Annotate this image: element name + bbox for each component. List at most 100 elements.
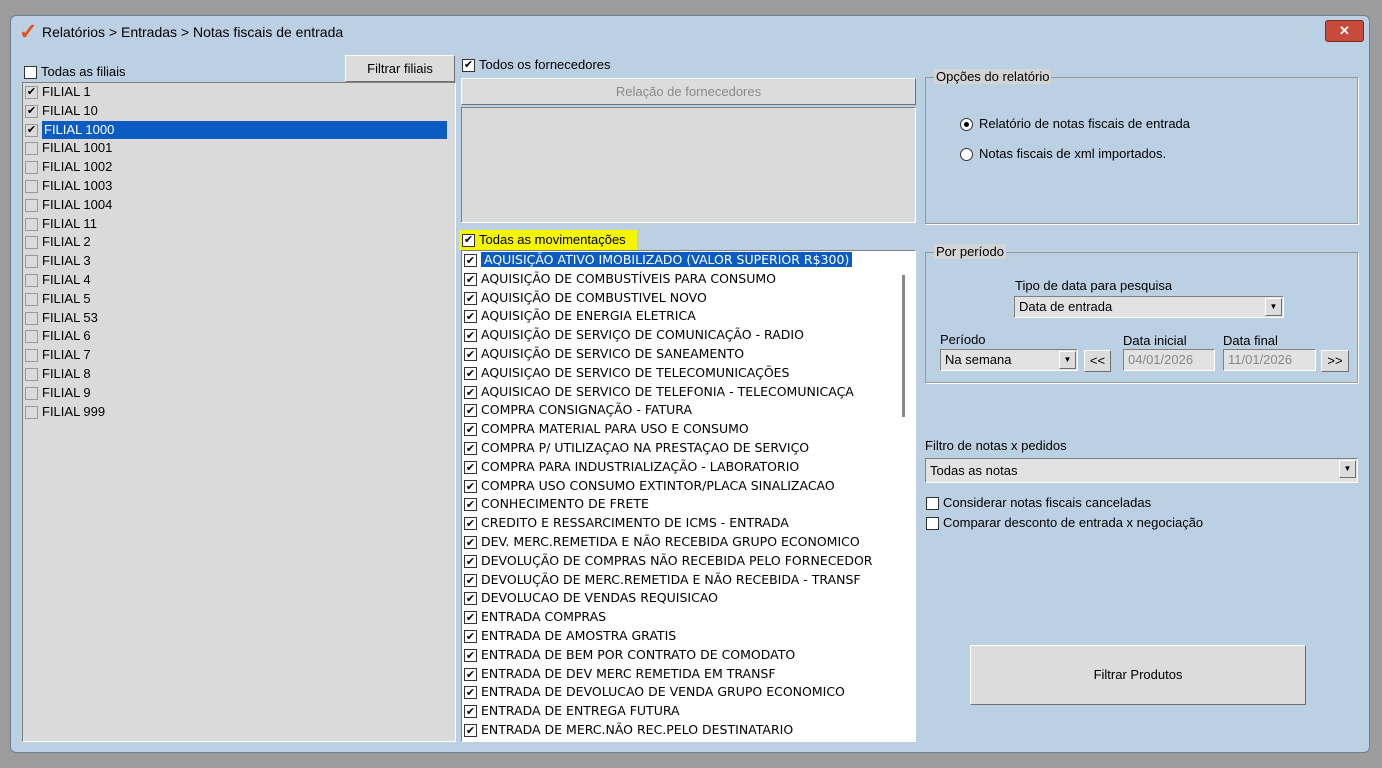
movement-label: CONHECIMENTO DE FRETE xyxy=(481,496,649,512)
window-title: Relatórios > Entradas > Notas fiscais de… xyxy=(42,24,344,40)
movement-item[interactable]: ✔ DEV. MERC.REMETIDA E NÃO RECEBIDA GRUPO… xyxy=(462,533,915,552)
branch-item[interactable]: FILIAL 53 xyxy=(23,309,455,328)
title-bar: ✓ Relatórios > Entradas > Notas fiscais … xyxy=(11,16,1369,46)
suppliers-list[interactable] xyxy=(461,107,916,223)
movement-item[interactable]: ✔ ENTRADA DE ENTREGA FUTURA xyxy=(462,702,915,721)
radio-xml-imported[interactable]: Notas fiscais de xml importados. xyxy=(960,146,1167,162)
movement-item[interactable]: ✔ COMPRA P/ UTILIZAÇAO NA PRESTAÇAO DE SE… xyxy=(462,439,915,458)
branches-list[interactable]: ✔ FILIAL 1 ✔ FILIAL 10 ✔ FILIAL 1000 FILIAL 10… xyxy=(22,82,456,742)
movement-item[interactable]: ✔ ENTRADA COMPRAS xyxy=(462,608,915,627)
branch-item[interactable]: FILIAL 5 xyxy=(23,290,455,309)
previous-period-button[interactable]: << xyxy=(1084,350,1111,372)
movement-item[interactable]: ✔ ENTRADA DE DEV MERC REMETIDA EM TRANSF xyxy=(462,665,915,684)
movement-item[interactable]: ✔ DEVOLUÇÃO DE MERC.REMETIDA E NÃO RECEBI… xyxy=(462,571,915,590)
checkbox-icon xyxy=(25,142,38,156)
period-select[interactable]: Na semana ▼ xyxy=(940,349,1078,371)
radio-icon xyxy=(960,118,973,132)
movement-item[interactable]: ✔ AQUISIÇÃO DE SERVIÇO DE COMUNICAÇÃO - R… xyxy=(462,326,915,345)
movement-label: AQUISIÇÃO DE COMBUSTÍVEIS PARA CONSUMO xyxy=(481,270,776,286)
suppliers-relation-button[interactable]: Relação de fornecedores xyxy=(461,78,916,105)
radio-label: Notas fiscais de xml importados. xyxy=(979,146,1167,161)
branch-item[interactable]: FILIAL 4 xyxy=(23,271,455,290)
branch-item[interactable]: ✔ FILIAL 1 xyxy=(23,83,455,102)
movement-item[interactable]: ✔ ENTRADA DE DEVOLUCAO DE VENDA GRUPO ECO… xyxy=(462,683,915,702)
checkbox-icon xyxy=(25,236,38,250)
consider-cancelled-checkbox[interactable]: Considerar notas fiscais canceladas xyxy=(926,495,1151,511)
movement-item[interactable]: ✔ DEVOLUCAO DE VENDAS REQUISICAO xyxy=(462,589,915,608)
branch-item[interactable]: FILIAL 11 xyxy=(23,215,455,234)
compare-discount-checkbox[interactable]: Comparar desconto de entrada x negociaçã… xyxy=(926,515,1203,531)
start-date-input[interactable]: 04/01/2026 xyxy=(1123,349,1215,371)
start-date-label: Data inicial xyxy=(1123,333,1187,348)
branch-item[interactable]: FILIAL 3 xyxy=(23,252,455,271)
radio-nfe-report[interactable]: Relatório de notas fiscais de entrada xyxy=(960,116,1191,132)
checkbox-icon: ✔ xyxy=(25,86,38,100)
movements-scrollbar[interactable] xyxy=(902,275,905,417)
branch-item[interactable]: FILIAL 6 xyxy=(23,327,455,346)
movement-item[interactable]: ✔ CONHECIMENTO DE FRETE xyxy=(462,495,915,514)
checkbox-icon xyxy=(25,274,38,288)
filter-branches-button[interactable]: Filtrar filiais xyxy=(345,55,455,82)
movement-item[interactable]: ✔ ENTRADA DE BEM POR CONTRATO DE COMODATO xyxy=(462,646,915,665)
branch-item[interactable]: FILIAL 1002 xyxy=(23,158,455,177)
movement-label: DEVOLUÇÃO DE MERC.REMETIDA E NÃO RECEBID… xyxy=(481,571,861,587)
movement-label: COMPRA PARA INDUSTRIALIZAÇÃO - LABORATOR… xyxy=(481,458,800,474)
date-type-select[interactable]: Data de entrada ▼ xyxy=(1014,296,1284,318)
checkbox-icon xyxy=(25,198,38,212)
orders-filter-select[interactable]: Todas as notas ▼ xyxy=(925,458,1358,483)
movement-item[interactable]: ✔ AQUISICAO DE SERVICO DE TELEFONIA - TEL… xyxy=(462,383,915,402)
checkbox-icon: ✔ xyxy=(464,423,477,437)
movement-item[interactable]: ✔ AQUISIÇÃO ATIVO IMOBILIZADO (VALOR SUPE… xyxy=(462,251,915,270)
branch-item[interactable]: FILIAL 9 xyxy=(23,384,455,403)
movement-label: ENTRADA DE DEVOLUCAO DE VENDA GRUPO ECON… xyxy=(481,684,845,700)
checkbox-icon xyxy=(25,292,38,306)
all-movements-checkbox[interactable]: ✔ Todas as movimentações xyxy=(459,230,637,250)
branch-item[interactable]: ✔ FILIAL 10 xyxy=(23,102,455,121)
orders-filter-value: Todas as notas xyxy=(930,463,1018,478)
close-button[interactable]: ✕ xyxy=(1325,20,1364,42)
next-period-button[interactable]: >> xyxy=(1321,350,1349,372)
checkbox-icon xyxy=(24,66,37,80)
filter-products-button[interactable]: Filtrar Produtos xyxy=(970,645,1306,705)
checkbox-icon: ✔ xyxy=(464,498,477,512)
movement-item[interactable]: ✔ AQUISIÇÃO DE COMBUSTIVEL NOVO xyxy=(462,289,915,308)
movement-item[interactable]: ✔ AQUISIÇÃO DE COMBUSTÍVEIS PARA CONSUMO xyxy=(462,270,915,289)
movement-item[interactable]: ✔ COMPRA PARA INDUSTRIALIZAÇÃO - LABORATO… xyxy=(462,458,915,477)
branch-item[interactable]: FILIAL 1003 xyxy=(23,177,455,196)
branch-label: FILIAL 999 xyxy=(42,403,106,419)
branch-item[interactable]: FILIAL 8 xyxy=(23,365,455,384)
movement-item[interactable]: ✔ COMPRA MATERIAL PARA USO E CONSUMO xyxy=(462,420,915,439)
movement-item[interactable]: ✔ ENTRADA DE MERC.NÃO REC.PELO DESTINATAR… xyxy=(462,721,915,740)
all-branches-checkbox[interactable]: Todas as filiais xyxy=(24,64,126,80)
movement-item[interactable]: ✔ AQUISIÇÃO DE ENERGIA ELETRICA xyxy=(462,307,915,326)
chevron-down-icon: ▼ xyxy=(1339,460,1356,478)
checkbox-icon: ✔ xyxy=(464,310,477,324)
movement-item[interactable]: ✔ COMPRA CONSIGNAÇÃO - FATURA xyxy=(462,401,915,420)
movement-item[interactable]: ✔ AQUISIÇAO DE SERVICO DE TELECOMUNICAÇÕE… xyxy=(462,364,915,383)
branch-item[interactable]: FILIAL 1004 xyxy=(23,196,455,215)
period-label: Período xyxy=(940,332,986,347)
branch-item[interactable]: FILIAL 1001 xyxy=(23,139,455,158)
branch-label: FILIAL 1002 xyxy=(42,159,113,175)
branch-item[interactable]: ✔ FILIAL 1000 xyxy=(23,120,455,140)
branch-item[interactable]: FILIAL 999 xyxy=(23,403,455,422)
movement-item[interactable]: ✔ COMPRA USO CONSUMO EXTINTOR/PLACA SINAL… xyxy=(462,477,915,496)
movement-item[interactable]: ✔ ENTRADA DE AMOSTRA GRATIS xyxy=(462,627,915,646)
branch-item[interactable]: FILIAL 7 xyxy=(23,346,455,365)
all-movements-label: Todas as movimentações xyxy=(479,232,626,247)
movement-item[interactable]: ✔ DEVOLUÇÃO DE COMPRAS NÃO RECEBIDA PELO … xyxy=(462,552,915,571)
movement-item[interactable]: ✔ CREDITO E RESSARCIMENTO DE ICMS - ENTRA… xyxy=(462,514,915,533)
chevron-down-icon: ▼ xyxy=(1059,351,1076,369)
checkbox-icon: ✔ xyxy=(464,573,477,587)
radio-label: Relatório de notas fiscais de entrada xyxy=(979,116,1191,131)
checkbox-icon: ✔ xyxy=(464,366,477,380)
end-date-input[interactable]: 11/01/2026 xyxy=(1223,349,1316,371)
movement-item[interactable]: ✔ AQUISIÇÃO DE SERVICO DE SANEAMENTO xyxy=(462,345,915,364)
branch-label: FILIAL 3 xyxy=(42,253,91,269)
all-suppliers-checkbox[interactable]: ✔ Todos os fornecedores xyxy=(462,57,611,73)
checkbox-icon xyxy=(25,255,38,269)
checkbox-icon: ✔ xyxy=(464,629,477,643)
branch-item[interactable]: FILIAL 2 xyxy=(23,233,455,252)
checkbox-icon: ✔ xyxy=(25,104,38,118)
movements-list[interactable]: ✔ AQUISIÇÃO ATIVO IMOBILIZADO (VALOR SUPE… xyxy=(461,250,916,742)
